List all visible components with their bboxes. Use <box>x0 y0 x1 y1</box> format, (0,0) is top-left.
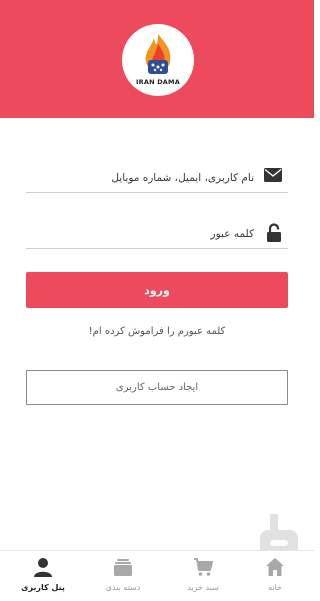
brand-logo-text: IRAN DAMA <box>136 78 180 86</box>
register-button[interactable]: ایجاد حساب کاربری <box>26 370 288 405</box>
username-field <box>26 164 288 193</box>
home-icon <box>266 558 284 576</box>
cart-icon <box>194 558 213 576</box>
envelope-icon <box>264 167 282 186</box>
nav-item-home[interactable]: خانه <box>236 551 314 601</box>
category-icon <box>114 559 132 576</box>
forgot-password-link[interactable]: کلمه عبورم را فراموش کرده ام! <box>26 326 288 337</box>
nav-label: خانه <box>268 583 282 592</box>
bottom-navigation: پنل کاربری دسته بندی سبد خرید خانه <box>0 550 314 601</box>
password-field <box>26 220 288 249</box>
username-input[interactable] <box>26 166 254 190</box>
nav-label: سبد خرید <box>187 583 219 592</box>
nav-label: پنل کاربری <box>21 583 65 592</box>
login-button[interactable]: ورود <box>26 272 288 308</box>
nav-item-cart[interactable]: سبد خرید <box>164 551 242 601</box>
header-bar: IRAN DAMA <box>0 0 314 118</box>
user-icon <box>34 558 52 577</box>
nav-label: دسته بندی <box>105 583 141 592</box>
lock-icon <box>266 223 282 247</box>
password-input[interactable] <box>26 222 254 246</box>
nav-item-user-panel[interactable]: پنل کاربری <box>4 551 82 601</box>
nav-item-categories[interactable]: دسته بندی <box>84 551 162 601</box>
brand-logo: IRAN DAMA <box>122 24 194 96</box>
